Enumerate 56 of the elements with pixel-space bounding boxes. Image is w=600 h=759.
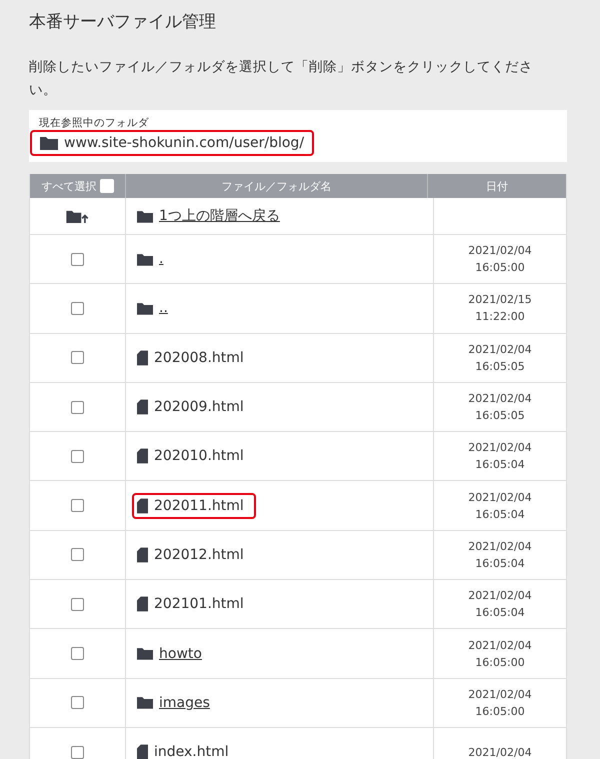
folder-icon	[137, 302, 153, 315]
date-cell-text: 2021/02/04 16:05:04	[468, 440, 532, 474]
current-folder-label: 現在参照中のフォルダ	[38, 116, 150, 130]
folder-icon	[40, 136, 58, 150]
file-name[interactable]: index.html	[154, 744, 229, 759]
date-cell-text: 2021/02/04 16:05:04	[468, 490, 532, 523]
folder-icon	[137, 647, 153, 660]
file-name[interactable]: 202009.html	[154, 399, 244, 416]
folder-link[interactable]: .	[159, 251, 164, 268]
column-header: ファイル／フォルダ名	[126, 174, 428, 198]
file-name[interactable]: 202011.html	[154, 498, 244, 514]
row-checkbox[interactable]	[71, 400, 84, 414]
row-checkbox[interactable]	[71, 647, 84, 660]
row-checkbox[interactable]	[71, 548, 84, 562]
select-all-checkbox[interactable]	[100, 179, 114, 193]
file-name[interactable]: 202008.html	[154, 350, 244, 366]
row-checkbox[interactable]	[71, 351, 84, 364]
file-icon	[137, 546, 148, 563]
select-all-label: すべて選択	[42, 178, 96, 194]
row-checkbox[interactable]	[71, 252, 84, 266]
date-cell-text: 2021/02/04 16:05:00	[468, 243, 532, 276]
file-icon	[137, 498, 148, 514]
folder-link[interactable]: images	[159, 694, 210, 711]
date-cell-text: 2021/02/15 11:22:00	[468, 292, 532, 326]
file-icon	[137, 744, 148, 759]
row-checkbox[interactable]	[71, 302, 84, 315]
folder-icon	[137, 696, 153, 710]
date-cell-text: 2021/02/04 16:05:00	[468, 686, 532, 720]
date-cell-text: 2021/02/04 16:05:04	[468, 588, 532, 622]
folder-link[interactable]: howto	[159, 646, 202, 662]
row-checkbox[interactable]	[71, 450, 84, 463]
page-title: 本番サーバファイル管理	[29, 11, 217, 34]
date-cell-text: 2021/02/04 16:05:05	[468, 342, 532, 375]
file-icon	[137, 448, 148, 464]
file-icon	[137, 596, 148, 612]
row-checkbox[interactable]	[71, 598, 84, 611]
folder-icon	[137, 252, 153, 266]
instruction-text: 削除したいファイル／フォルダを選択して「削除」ボタンをクリックしてください。	[29, 58, 534, 100]
folder-path-text: www.site-shokunin.com/user/blog/	[64, 135, 304, 151]
column-header: 日付	[485, 178, 509, 194]
date-cell-text: 2021/02/04	[468, 744, 532, 759]
folder-icon	[137, 210, 153, 222]
folder-link[interactable]: 1つ上の階層へ戻る	[159, 207, 280, 225]
file-name[interactable]: 202012.html	[154, 546, 244, 563]
folder-up-icon[interactable]	[66, 210, 89, 222]
file-name[interactable]: 202010.html	[154, 448, 244, 464]
date-cell-text: 2021/02/04 16:05:05	[468, 391, 532, 424]
row-checkbox[interactable]	[71, 499, 84, 512]
date-cell-text: 2021/02/04 16:05:00	[468, 638, 532, 671]
folder-link[interactable]: ..	[159, 300, 168, 316]
file-icon	[137, 399, 148, 416]
row-checkbox[interactable]	[71, 746, 84, 759]
row-checkbox[interactable]	[71, 696, 84, 710]
file-name[interactable]: 202101.html	[154, 596, 244, 612]
date-cell-text: 2021/02/04 16:05:04	[468, 538, 532, 572]
file-icon	[137, 350, 148, 366]
